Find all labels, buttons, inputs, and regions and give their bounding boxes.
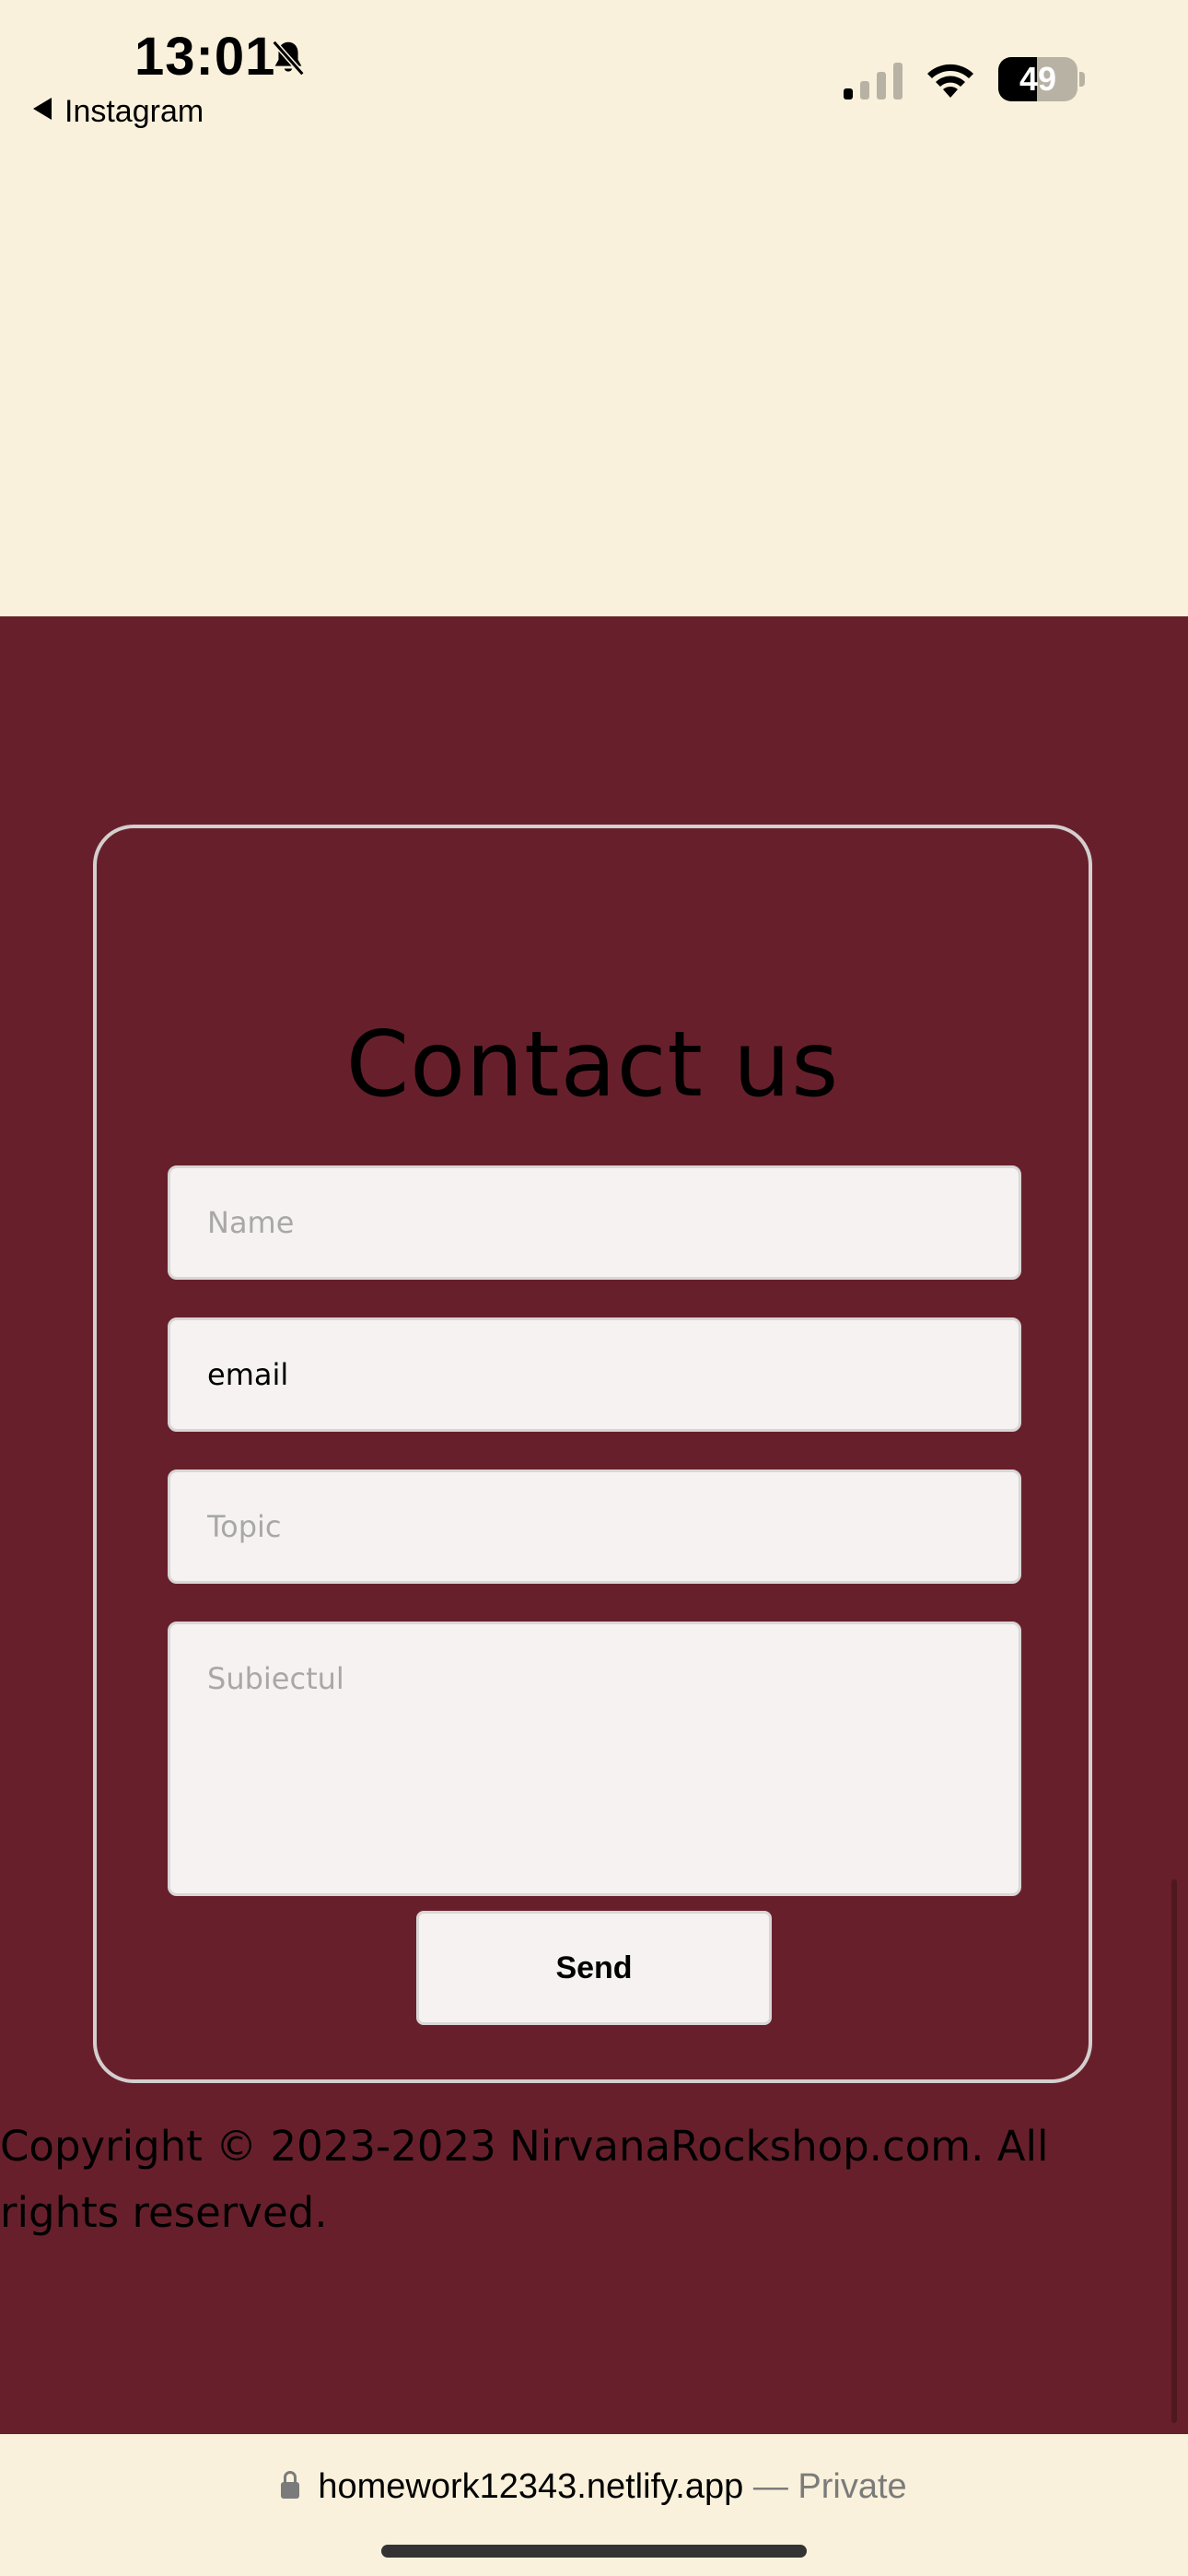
contact-title: Contact us [345,1013,840,1118]
contact-form-card: Contact us Send [93,825,1092,2083]
copyright-text: Copyright © 2023-2023 NirvanaRockshop.co… [0,2122,1049,2237]
scrollbar[interactable] [1171,1879,1177,2423]
private-label: — Private [752,2467,907,2506]
bell-slash-icon [272,40,305,76]
status-time: 13:01 [134,27,276,87]
url-display[interactable]: homework12343.netlify.app — Private [0,2467,1188,2507]
message-textarea[interactable] [168,1622,1021,1896]
back-to-instagram-link[interactable]: Instagram [33,94,204,130]
battery-icon: 49 [998,57,1087,101]
signal-icon [844,63,903,100]
status-bar: 13:01 Instagram 49 [0,0,1188,147]
contact-section: Contact us Send Copyright © 2023-2023 Ni… [0,616,1188,2434]
topic-input[interactable] [168,1469,1021,1584]
send-button[interactable]: Send [416,1911,772,2025]
browser-url-bar[interactable]: homework12343.netlify.app — Private [0,2434,1188,2576]
home-indicator[interactable] [381,2545,807,2558]
email-input[interactable] [168,1317,1021,1432]
url-domain: homework12343.netlify.app [318,2467,744,2506]
battery-level: 49 [1019,60,1057,98]
name-input[interactable] [168,1165,1021,1280]
lock-icon [281,2471,300,2499]
wifi-icon [927,64,973,98]
back-link-label: Instagram [64,94,204,129]
back-arrow-icon [33,98,52,120]
